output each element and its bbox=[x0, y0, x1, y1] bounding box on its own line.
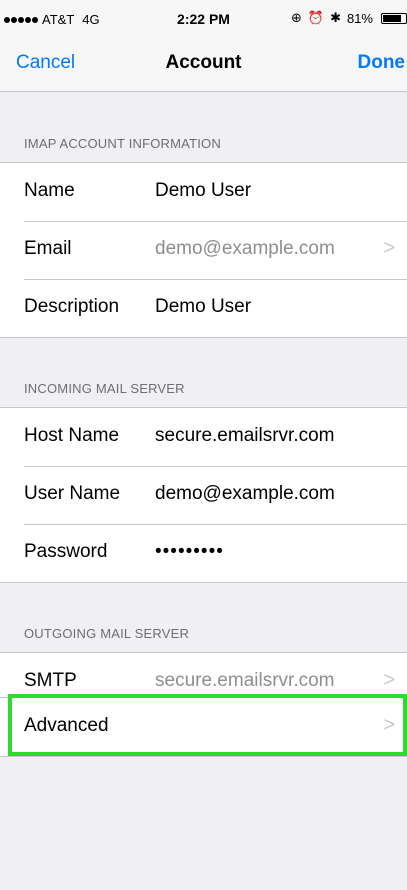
incoming-section-header: INCOMING MAIL SERVER bbox=[24, 381, 185, 396]
user-name-row[interactable]: User Name demo@example.com bbox=[0, 466, 407, 524]
chevron-right-icon: > bbox=[383, 237, 395, 259]
password-row[interactable]: Password ••••••••• bbox=[0, 524, 407, 582]
user-name-field[interactable]: demo@example.com bbox=[155, 483, 335, 505]
battery-level-fill bbox=[383, 14, 401, 22]
password-field[interactable]: ••••••••• bbox=[155, 541, 224, 563]
imap-group: Name Demo User Email demo@example.com > … bbox=[0, 162, 407, 338]
account-settings-screen: AT&T 4G 2:22 PM ⊕ ⏰ ✱ 81% Cancel Account… bbox=[0, 0, 407, 890]
incoming-group: Host Name secure.emailsrvr.com User Name… bbox=[0, 407, 407, 583]
email-field[interactable]: demo@example.com bbox=[155, 238, 335, 260]
name-field[interactable]: Demo User bbox=[155, 180, 251, 202]
email-label: Email bbox=[24, 238, 72, 259]
host-name-field[interactable]: secure.emailsrvr.com bbox=[155, 425, 335, 447]
description-field[interactable]: Demo User bbox=[155, 296, 251, 318]
password-label: Password bbox=[24, 541, 108, 562]
name-row[interactable]: Name Demo User bbox=[0, 163, 407, 221]
status-bar: AT&T 4G 2:22 PM ⊕ ⏰ ✱ 81% bbox=[0, 0, 407, 38]
host-name-row[interactable]: Host Name secure.emailsrvr.com bbox=[0, 408, 407, 466]
description-label: Description bbox=[24, 296, 120, 317]
outgoing-section-header: OUTGOING MAIL SERVER bbox=[24, 626, 190, 641]
battery-icon bbox=[381, 12, 407, 24]
chevron-right-icon: > bbox=[383, 669, 395, 691]
imap-section-header: IMAP ACCOUNT INFORMATION bbox=[24, 136, 221, 151]
battery-percent: 81% bbox=[346, 10, 373, 26]
description-row[interactable]: Description Demo User bbox=[0, 279, 407, 337]
page-title: Account bbox=[165, 52, 242, 73]
smtp-value: secure.emailsrvr.com bbox=[155, 670, 335, 691]
name-label: Name bbox=[24, 180, 75, 201]
navigation-bar: Cancel Account Done bbox=[0, 38, 407, 92]
status-right: ⊕ ⏰ ✱ 81% bbox=[291, 10, 407, 26]
email-row[interactable]: Email demo@example.com > bbox=[0, 221, 407, 279]
rotation-lock-icon: ⊕ bbox=[290, 10, 302, 25]
smtp-label: SMTP bbox=[24, 670, 77, 691]
bluetooth-icon: ✱ bbox=[330, 10, 341, 25]
done-button[interactable]: Done bbox=[358, 52, 406, 74]
advanced-highlight-box bbox=[8, 694, 407, 756]
host-name-label: Host Name bbox=[24, 425, 120, 446]
user-name-label: User Name bbox=[24, 483, 121, 504]
alarm-icon: ⏰ bbox=[307, 10, 325, 25]
